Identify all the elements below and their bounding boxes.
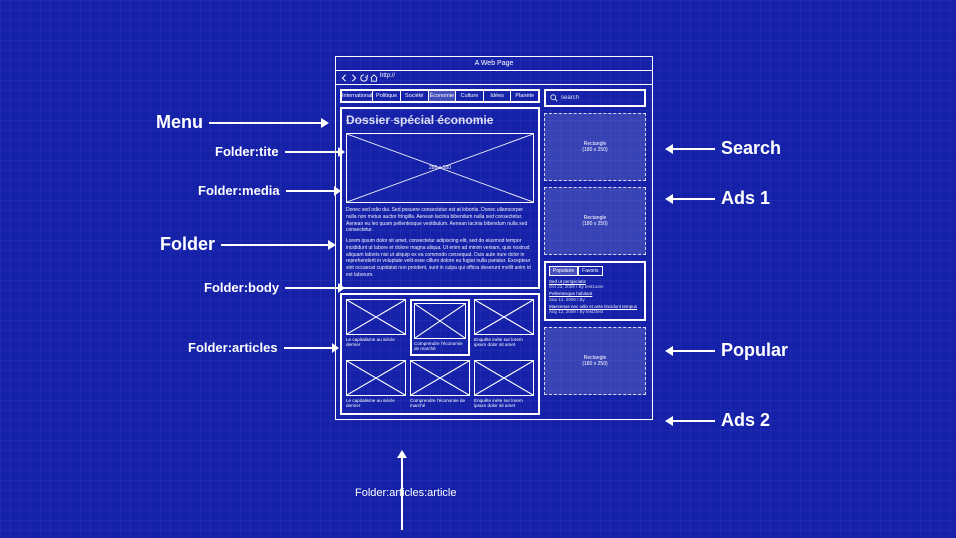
arrow-right-icon — [209, 116, 329, 130]
arrow-right-icon — [284, 342, 339, 354]
arrow-right-icon — [286, 185, 341, 197]
article-title: Comprendre l'économie de marché — [414, 341, 466, 352]
ad-slot-1[interactable]: Rectangle (180 x 250) — [544, 113, 646, 181]
tab-populaire[interactable]: Populaire — [549, 266, 578, 276]
article-title: Le capitalisme au siècle dernier — [346, 398, 406, 409]
back-icon[interactable] — [340, 74, 348, 82]
popular-item-meta: Aug 12, 2009 / By test2test — [549, 309, 641, 314]
anno-folder-articles: Folder:articles — [188, 340, 339, 355]
url-bar[interactable]: http:// — [380, 73, 648, 82]
page-content: International Politique Société Économie… — [336, 85, 652, 419]
popular-item[interactable]: Sed ut perspiciatis Oct 23, 2009 / By te… — [549, 279, 641, 289]
article-title: Comprendre l'économie de marché — [410, 398, 470, 409]
anno-menu: Menu — [156, 112, 329, 133]
article-thumb — [410, 360, 470, 396]
article-card[interactable]: Le capitalisme au siècle dernier — [346, 360, 406, 409]
browser-toolbar: http:// — [336, 71, 652, 85]
article-card[interactable]: Comprendre l'économie de marché — [410, 360, 470, 409]
article-title: Enquête inéte sur lorem ipsum dolor sit … — [474, 337, 534, 348]
menu-item-international[interactable]: International — [342, 91, 373, 101]
menu-item-culture[interactable]: Culture — [456, 91, 484, 101]
media-dim-label: 280 x 180 — [429, 165, 451, 171]
ad-slot-2[interactable]: Rectangle (180 x 250) — [544, 187, 646, 255]
folder-body: Donec sed odio dui. Sed posuere consecte… — [346, 207, 534, 283]
arrow-left-icon — [665, 414, 715, 428]
anno-ads1: Ads 1 — [665, 188, 770, 209]
tab-favoris[interactable]: Favoris — [578, 266, 602, 276]
article-thumb — [474, 299, 534, 335]
popular-item-meta: Sep 14, 2009 / By — [549, 297, 641, 302]
popular-item-meta: Oct 23, 2009 / By test1user — [549, 284, 641, 289]
popular-tabs: Populaire Favoris — [549, 266, 641, 276]
anno-folder-article-label: Folder:articles:article — [355, 487, 456, 499]
anno-folder-body: Folder:body — [204, 280, 345, 295]
anno-folder-media: Folder:media — [198, 183, 341, 198]
ad-slot-3[interactable]: Rectangle (180 x 250) — [544, 327, 646, 395]
menu-item-societe[interactable]: Société — [401, 91, 429, 101]
anno-folder: Folder — [160, 234, 336, 255]
menu-item-politique[interactable]: Politique — [373, 91, 401, 101]
browser-window: A Web Page http:// International Politiq… — [335, 56, 653, 420]
arrow-left-icon — [665, 192, 715, 206]
popular-block: Populaire Favoris Sed ut perspiciatis Oc… — [544, 261, 646, 321]
arrow-left-icon — [665, 142, 715, 156]
arrow-right-icon — [221, 238, 336, 252]
article-thumb — [414, 303, 466, 339]
menu-item-economie[interactable]: Économie — [429, 91, 457, 101]
folder-block: Dossier spécial économie 280 x 180 Donec… — [340, 107, 540, 289]
folder-media: 280 x 180 — [346, 133, 534, 203]
home-icon[interactable] — [370, 74, 378, 82]
article-card[interactable]: Le capitalisme au siècle dernier — [346, 299, 406, 356]
popular-item[interactable]: Pellentesque habitant Sep 14, 2009 / By — [549, 291, 641, 301]
menu-item-idees[interactable]: Idées — [484, 91, 512, 101]
article-card-featured[interactable]: Comprendre l'économie de marché — [410, 299, 470, 356]
arrow-right-icon — [285, 282, 345, 294]
arrow-right-icon — [285, 146, 345, 158]
ad-dim: (180 x 250) — [582, 221, 607, 227]
article-card[interactable]: Enquête inéte sur lorem ipsum dolor sit … — [474, 299, 534, 356]
arrow-left-icon — [665, 344, 715, 358]
forward-icon[interactable] — [350, 74, 358, 82]
anno-search: Search — [665, 138, 781, 159]
article-title: Le capitalisme au siècle dernier — [346, 337, 406, 348]
ad-dim: (180 x 250) — [582, 361, 607, 367]
window-title: A Web Page — [336, 57, 652, 71]
main-menu: International Politique Société Économie… — [340, 89, 540, 103]
article-thumb — [346, 360, 406, 396]
anno-ads2: Ads 2 — [665, 410, 770, 431]
reload-icon[interactable] — [360, 74, 368, 82]
folder-title: Dossier spécial économie — [346, 113, 534, 129]
article-card[interactable]: Enquête inéte sur lorem ipsum dolor sit … — [474, 360, 534, 409]
search-icon — [550, 94, 558, 102]
article-thumb — [346, 299, 406, 335]
folder-body-p2: Lorem ipsum dolor sit amet, consectetur … — [346, 238, 534, 279]
folder-articles: Le capitalisme au siècle dernier Compren… — [340, 293, 540, 415]
search-placeholder: search — [561, 95, 579, 101]
article-thumb — [474, 360, 534, 396]
article-title: Enquête inéte sur lorem ipsum dolor sit … — [474, 398, 534, 409]
menu-item-planete[interactable]: Planète — [511, 91, 538, 101]
search-box[interactable]: search — [544, 89, 646, 107]
folder-body-p1: Donec sed odio dui. Sed posuere consecte… — [346, 207, 534, 234]
anno-popular: Popular — [665, 340, 788, 361]
anno-folder-title: Folder:tite — [215, 144, 345, 159]
popular-item[interactable]: Maecenas nec odio et ante tincidunt temp… — [549, 304, 641, 314]
ad-dim: (180 x 250) — [582, 147, 607, 153]
